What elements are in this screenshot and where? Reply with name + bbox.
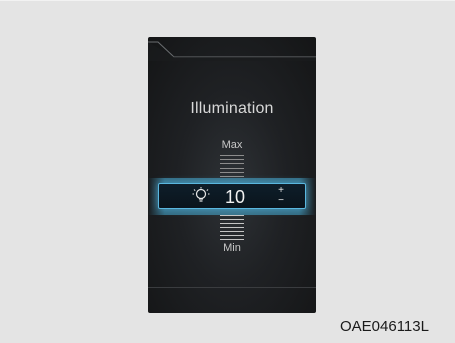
level-tick — [220, 215, 244, 216]
level-tick — [220, 219, 244, 220]
level-tick — [220, 163, 244, 165]
cluster-display: Illumination Max 10 + − Min — [148, 37, 316, 313]
min-label: Min — [223, 242, 241, 254]
level-tick — [220, 235, 244, 236]
level-tick — [220, 159, 244, 161]
level-tick — [220, 167, 244, 169]
display-footer-divider — [148, 287, 316, 288]
level-tick — [220, 223, 244, 224]
illumination-title: Illumination — [190, 100, 274, 117]
level-tick — [220, 155, 244, 156]
level-tick — [220, 231, 244, 232]
max-label: Max — [221, 139, 243, 151]
display-bezel-edge — [148, 41, 316, 61]
illumination-value: 10 — [225, 187, 246, 207]
level-tick — [220, 171, 244, 173]
level-tick — [220, 227, 244, 228]
upper-level-ticks — [220, 155, 244, 177]
illumination-level-selector[interactable]: 10 + − — [158, 183, 306, 209]
figure-code: OAE046113L — [340, 318, 429, 335]
level-stepper[interactable]: + − — [274, 184, 288, 208]
lower-level-ticks — [220, 215, 244, 240]
level-tick — [220, 239, 244, 240]
light-bulb-icon — [192, 187, 210, 202]
decrease-button[interactable]: − — [274, 195, 288, 206]
top-divider — [0, 0, 455, 1]
level-tick — [220, 175, 244, 177]
